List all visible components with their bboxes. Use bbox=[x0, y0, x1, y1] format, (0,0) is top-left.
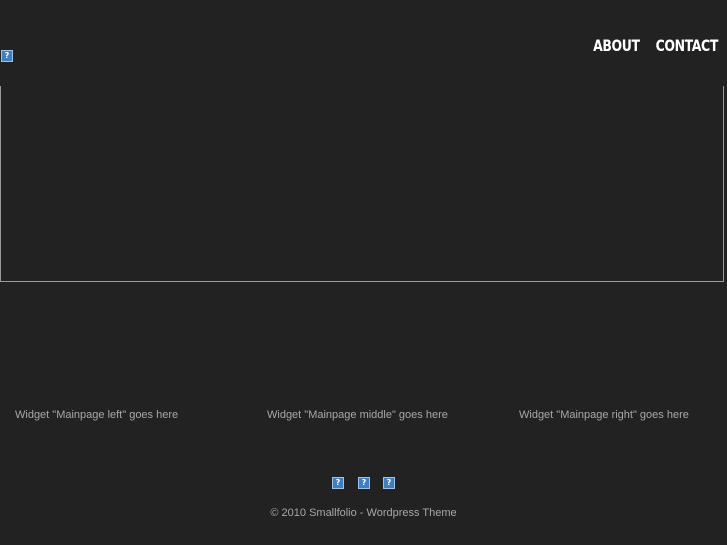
social-link-3-broken-image-icon[interactable]: ? bbox=[383, 477, 395, 489]
social-link-2-broken-image-icon[interactable]: ? bbox=[358, 477, 370, 489]
widget-mainpage-right: Widget "Mainpage right" goes here bbox=[519, 409, 689, 421]
nav-contact-link[interactable]: CONTACT bbox=[656, 36, 719, 55]
featured-slider-frame bbox=[0, 86, 724, 282]
page: ? ABOUT CONTACT Widget "Mainpage left" g… bbox=[0, 0, 727, 545]
main-nav: ABOUT CONTACT bbox=[580, 36, 719, 55]
widget-mainpage-middle: Widget "Mainpage middle" goes here bbox=[267, 409, 448, 421]
logo-broken-image-icon[interactable]: ? bbox=[1, 50, 13, 62]
social-link-1-broken-image-icon[interactable]: ? bbox=[332, 477, 344, 489]
nav-about-link[interactable]: ABOUT bbox=[594, 36, 641, 55]
footer-copyright: © 2010 Smallfolio - Wordpress Theme bbox=[270, 507, 457, 519]
widget-mainpage-left: Widget "Mainpage left" goes here bbox=[15, 409, 179, 421]
